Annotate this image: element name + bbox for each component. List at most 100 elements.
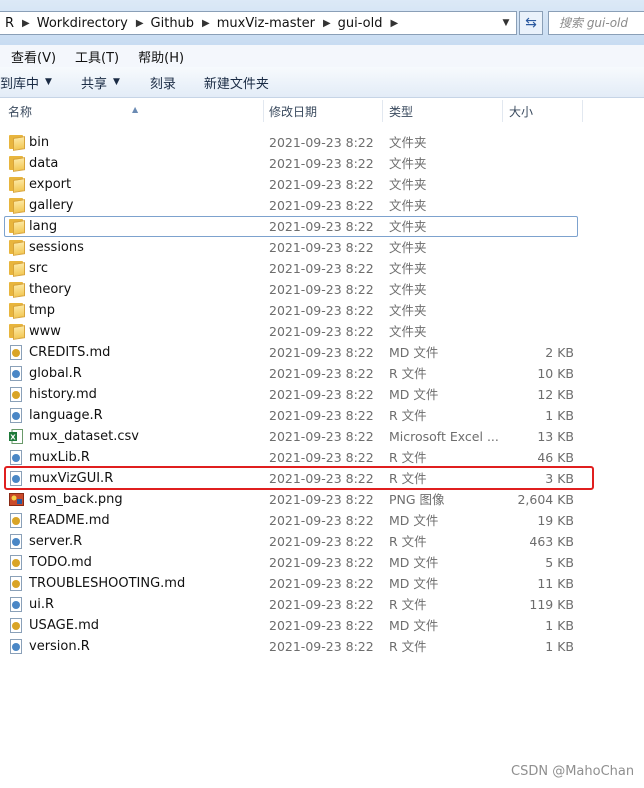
file-modified-date: 2021-09-23 8:22 <box>269 576 374 591</box>
file-modified-date: 2021-09-23 8:22 <box>269 282 374 297</box>
column-divider[interactable] <box>382 100 383 122</box>
md-file-icon <box>9 618 25 633</box>
column-header-label: 大小 <box>509 105 534 119</box>
address-history-dropdown[interactable]: ▼ <box>496 12 516 34</box>
menu-tools[interactable]: 工具(T) <box>64 47 127 66</box>
file-modified-date: 2021-09-23 8:22 <box>269 135 374 150</box>
folder-row[interactable]: data 2021-09-23 8:22 文件夹 <box>0 153 644 174</box>
file-row[interactable]: server.R 2021-09-23 8:22 R 文件 463 KB <box>0 531 644 552</box>
folder-row[interactable]: tmp 2021-09-23 8:22 文件夹 <box>0 300 644 321</box>
column-header-size[interactable]: 大小 <box>505 98 583 124</box>
file-row[interactable]: language.R 2021-09-23 8:22 R 文件 1 KB <box>0 405 644 426</box>
search-input[interactable] <box>549 15 644 31</box>
file-row[interactable]: Xmux_dataset.csv 2021-09-23 8:22 Microsoft… <box>0 426 644 447</box>
md-file-icon <box>9 555 25 570</box>
column-divider[interactable] <box>502 100 503 122</box>
column-divider[interactable] <box>582 100 583 122</box>
file-type: MD 文件 <box>389 576 439 591</box>
file-row[interactable]: history.md 2021-09-23 8:22 MD 文件 12 KB <box>0 384 644 405</box>
chevron-right-icon[interactable]: ▶ <box>323 18 331 29</box>
file-name: www <box>29 324 61 339</box>
file-type: 文件夹 <box>389 135 427 150</box>
file-type: MD 文件 <box>389 345 439 360</box>
file-type: 文件夹 <box>389 156 427 171</box>
file-modified-date: 2021-09-23 8:22 <box>269 366 374 381</box>
new-folder-label: 新建文件夹 <box>203 76 269 92</box>
file-modified-date: 2021-09-23 8:22 <box>269 345 374 360</box>
burn-button[interactable]: 刻录 <box>150 73 176 92</box>
file-size: 12 KB <box>537 387 574 402</box>
menu-help[interactable]: 帮助(H) <box>127 47 192 66</box>
sort-ascending-icon: ▲ <box>132 105 139 114</box>
folder-row[interactable]: lang 2021-09-23 8:22 文件夹 <box>0 216 644 237</box>
file-modified-date: 2021-09-23 8:22 <box>269 303 374 318</box>
folder-row[interactable]: gallery 2021-09-23 8:22 文件夹 <box>0 195 644 216</box>
folder-icon <box>9 303 25 319</box>
folder-row[interactable]: bin 2021-09-23 8:22 文件夹 <box>0 132 644 153</box>
file-name: tmp <box>29 303 56 318</box>
file-row[interactable]: USAGE.md 2021-09-23 8:22 MD 文件 1 KB <box>0 615 644 636</box>
file-row[interactable]: TROUBLESHOOTING.md 2021-09-23 8:22 MD 文件 11… <box>0 573 644 594</box>
burn-label: 刻录 <box>149 76 176 92</box>
breadcrumb-item[interactable]: Github ▶ <box>146 12 212 34</box>
column-header-type[interactable]: 类型 <box>385 98 503 124</box>
chevron-right-icon[interactable]: ▶ <box>391 18 399 29</box>
address-bar[interactable]: R ▶ Workdirectory ▶ Github ▶ muxViz-master ▶… <box>0 11 517 35</box>
folder-row[interactable]: www 2021-09-23 8:22 文件夹 <box>0 321 644 342</box>
file-name: sessions <box>29 240 84 255</box>
file-modified-date: 2021-09-23 8:22 <box>269 534 374 549</box>
file-modified-date: 2021-09-23 8:22 <box>269 429 374 444</box>
breadcrumb-item[interactable]: Workdirectory ▶ <box>32 12 146 34</box>
file-modified-date: 2021-09-23 8:22 <box>269 177 374 192</box>
file-type: MD 文件 <box>389 513 439 528</box>
file-row[interactable]: osm_back.png 2021-09-23 8:22 PNG 图像 2,604 K… <box>0 489 644 510</box>
breadcrumb-item[interactable]: R ▶ <box>0 12 32 34</box>
chevron-right-icon[interactable]: ▶ <box>22 18 30 29</box>
chevron-right-icon[interactable]: ▶ <box>202 18 210 29</box>
menu-view[interactable]: 查看(V) <box>0 47 64 66</box>
column-divider[interactable] <box>263 100 264 122</box>
file-type: PNG 图像 <box>389 492 445 507</box>
png-file-icon <box>9 492 25 507</box>
address-bar-region: R ▶ Workdirectory ▶ Github ▶ muxViz-master ▶… <box>0 0 644 45</box>
file-row[interactable]: TODO.md 2021-09-23 8:22 MD 文件 5 KB <box>0 552 644 573</box>
file-row[interactable]: global.R 2021-09-23 8:22 R 文件 10 KB <box>0 363 644 384</box>
search-box[interactable] <box>548 11 644 35</box>
folder-row[interactable]: theory 2021-09-23 8:22 文件夹 <box>0 279 644 300</box>
r-file-icon <box>9 366 25 381</box>
file-row[interactable]: version.R 2021-09-23 8:22 R 文件 1 KB <box>0 636 644 657</box>
file-type: R 文件 <box>389 534 427 549</box>
file-modified-date: 2021-09-23 8:22 <box>269 198 374 213</box>
chevron-right-icon[interactable]: ▶ <box>136 18 144 29</box>
folder-icon <box>9 324 25 340</box>
file-row[interactable]: ui.R 2021-09-23 8:22 R 文件 119 KB <box>0 594 644 615</box>
new-folder-button[interactable]: 新建文件夹 <box>204 73 269 92</box>
file-row[interactable]: CREDITS.md 2021-09-23 8:22 MD 文件 2 KB <box>0 342 644 363</box>
column-header-name[interactable]: 名称 ▲ <box>4 98 263 124</box>
chevron-down-icon: ▼ <box>502 18 510 28</box>
file-type: R 文件 <box>389 408 427 423</box>
folder-row[interactable]: export 2021-09-23 8:22 文件夹 <box>0 174 644 195</box>
folder-icon <box>9 135 25 151</box>
file-modified-date: 2021-09-23 8:22 <box>269 156 374 171</box>
r-file-icon <box>9 450 25 465</box>
refresh-button[interactable]: ⇆ <box>519 11 543 35</box>
folder-row[interactable]: sessions 2021-09-23 8:22 文件夹 <box>0 237 644 258</box>
file-name: server.R <box>29 534 83 549</box>
include-in-library-button[interactable]: 到库中 ▼ <box>0 73 52 92</box>
file-name: data <box>29 156 59 171</box>
file-size: 19 KB <box>537 513 574 528</box>
file-name: gallery <box>29 198 74 213</box>
breadcrumb-item[interactable]: gui-old ▶ <box>333 12 401 34</box>
breadcrumb-item[interactable]: muxViz-master ▶ <box>212 12 333 34</box>
folder-icon <box>9 177 25 193</box>
folder-row[interactable]: src 2021-09-23 8:22 文件夹 <box>0 258 644 279</box>
column-header-date[interactable]: 修改日期 <box>265 98 383 124</box>
breadcrumb-label: Workdirectory <box>36 15 128 31</box>
file-row[interactable]: muxLib.R 2021-09-23 8:22 R 文件 46 KB <box>0 447 644 468</box>
share-button[interactable]: 共享 ▼ <box>81 73 120 92</box>
file-name: history.md <box>29 387 97 402</box>
file-row[interactable]: README.md 2021-09-23 8:22 MD 文件 19 KB <box>0 510 644 531</box>
file-name: version.R <box>29 639 90 654</box>
highlight-annotation <box>4 466 594 490</box>
